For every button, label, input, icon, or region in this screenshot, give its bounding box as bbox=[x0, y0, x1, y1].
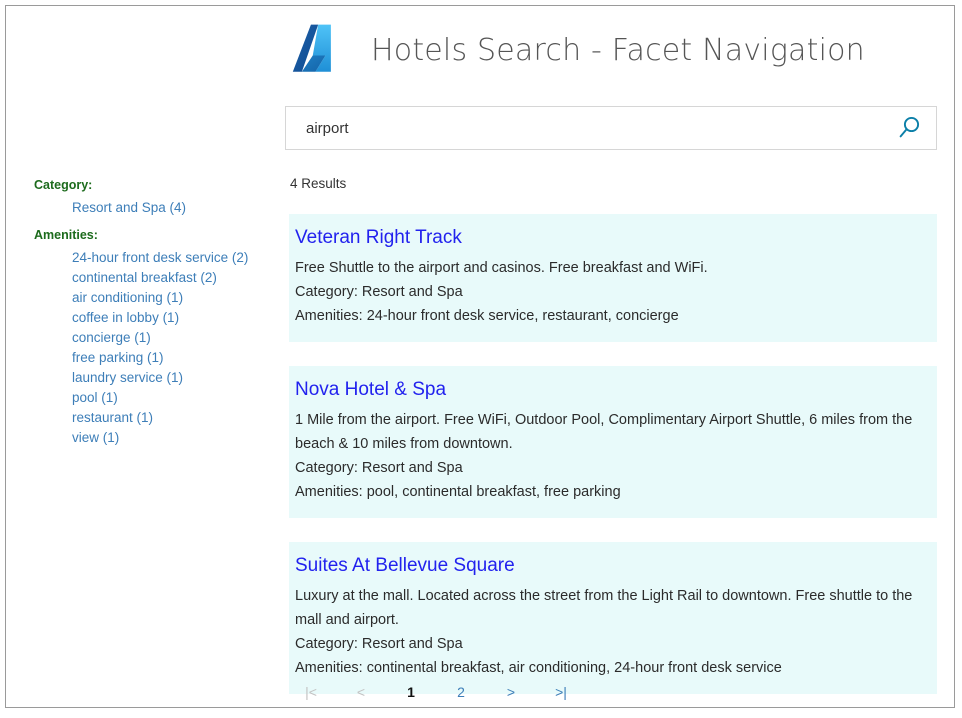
result-amenities: Amenities: 24-hour front desk service, r… bbox=[295, 304, 925, 328]
facet-link-free-parking[interactable]: free parking (1) bbox=[72, 350, 164, 365]
facet-link-pool[interactable]: pool (1) bbox=[72, 390, 118, 405]
results-list: Veteran Right Track Free Shuttle to the … bbox=[289, 214, 937, 718]
facet-item: view (1) bbox=[72, 428, 274, 448]
pagination-cell: 2 bbox=[436, 682, 486, 702]
facet-group-category: Category: Resort and Spa (4) bbox=[34, 176, 274, 218]
page-frame: Hotels Search - Facet Navigation Categor… bbox=[5, 5, 955, 708]
facet-item: continental breakfast (2) bbox=[72, 268, 274, 288]
facet-link-resort-and-spa[interactable]: Resort and Spa (4) bbox=[72, 200, 186, 215]
search-button[interactable] bbox=[882, 107, 936, 149]
pagination-page-2[interactable]: 2 bbox=[457, 684, 465, 700]
result-card: Veteran Right Track Free Shuttle to the … bbox=[289, 214, 937, 342]
facet-item: pool (1) bbox=[72, 388, 274, 408]
pagination-cell: >| bbox=[536, 682, 586, 702]
result-title-link[interactable]: Veteran Right Track bbox=[295, 226, 937, 250]
facet-link-laundry-service[interactable]: laundry service (1) bbox=[72, 370, 183, 385]
pagination-prev[interactable]: < bbox=[357, 684, 365, 700]
facet-item: free parking (1) bbox=[72, 348, 274, 368]
facet-heading-amenities: Amenities: bbox=[34, 226, 274, 244]
search-bar bbox=[285, 106, 937, 150]
facet-item: restaurant (1) bbox=[72, 408, 274, 428]
facet-item: concierge (1) bbox=[72, 328, 274, 348]
result-category: Category: Resort and Spa bbox=[295, 456, 925, 480]
result-description: 1 Mile from the airport. Free WiFi, Outd… bbox=[295, 408, 925, 456]
result-description: Free Shuttle to the airport and casinos.… bbox=[295, 256, 925, 280]
result-title-link[interactable]: Suites At Bellevue Square bbox=[295, 554, 937, 578]
result-description: Luxury at the mall. Located across the s… bbox=[295, 584, 925, 632]
app-header: Hotels Search - Facet Navigation bbox=[291, 13, 865, 87]
search-icon bbox=[896, 115, 922, 141]
pagination-cell: < bbox=[336, 682, 386, 702]
facet-item: coffee in lobby (1) bbox=[72, 308, 274, 328]
pagination-cell: 1 bbox=[386, 682, 436, 702]
pagination-last[interactable]: >| bbox=[555, 684, 567, 700]
result-card: Suites At Bellevue Square Luxury at the … bbox=[289, 542, 937, 694]
facet-list-category: Resort and Spa (4) bbox=[34, 198, 274, 218]
facet-navigation: Category: Resort and Spa (4) Amenities: … bbox=[34, 176, 274, 456]
pagination-cell: > bbox=[486, 682, 536, 702]
facet-item: air conditioning (1) bbox=[72, 288, 274, 308]
pagination-next[interactable]: > bbox=[507, 684, 515, 700]
result-category: Category: Resort and Spa bbox=[295, 632, 925, 656]
result-amenities: Amenities: pool, continental breakfast, … bbox=[295, 480, 925, 504]
facet-item: Resort and Spa (4) bbox=[72, 198, 274, 218]
search-input[interactable] bbox=[286, 107, 882, 149]
facet-list-amenities: 24-hour front desk service (2) continent… bbox=[34, 248, 274, 448]
page-title: Hotels Search - Facet Navigation bbox=[371, 33, 865, 68]
result-title-link[interactable]: Nova Hotel & Spa bbox=[295, 378, 937, 402]
facet-group-amenities: Amenities: 24-hour front desk service (2… bbox=[34, 226, 274, 448]
facet-link-24-hour-front-desk-service[interactable]: 24-hour front desk service (2) bbox=[72, 250, 248, 265]
facet-item: 24-hour front desk service (2) bbox=[72, 248, 274, 268]
facet-link-concierge[interactable]: concierge (1) bbox=[72, 330, 151, 345]
facet-item: laundry service (1) bbox=[72, 368, 274, 388]
facet-link-continental-breakfast[interactable]: continental breakfast (2) bbox=[72, 270, 217, 285]
azure-logo-icon bbox=[291, 21, 349, 79]
pagination-page-1[interactable]: 1 bbox=[407, 684, 415, 700]
facet-link-coffee-in-lobby[interactable]: coffee in lobby (1) bbox=[72, 310, 179, 325]
result-category: Category: Resort and Spa bbox=[295, 280, 925, 304]
facet-link-air-conditioning[interactable]: air conditioning (1) bbox=[72, 290, 183, 305]
pagination: |< < 1 2 > >| bbox=[286, 682, 586, 702]
facet-heading-category: Category: bbox=[34, 176, 274, 194]
result-card: Nova Hotel & Spa 1 Mile from the airport… bbox=[289, 366, 937, 518]
facet-link-view[interactable]: view (1) bbox=[72, 430, 119, 445]
results-count: 4 Results bbox=[290, 175, 346, 193]
facet-link-restaurant[interactable]: restaurant (1) bbox=[72, 410, 153, 425]
pagination-cell: |< bbox=[286, 682, 336, 702]
pagination-first[interactable]: |< bbox=[305, 684, 317, 700]
result-amenities: Amenities: continental breakfast, air co… bbox=[295, 656, 925, 680]
